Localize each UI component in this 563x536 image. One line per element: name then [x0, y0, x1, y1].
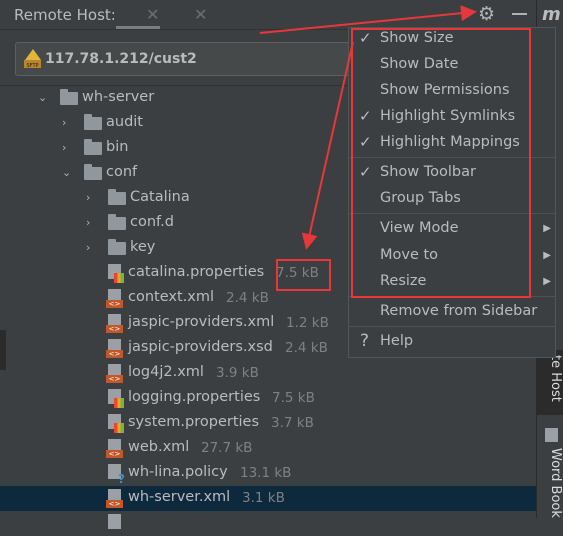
- annotation-arrows: [259, 5, 477, 250]
